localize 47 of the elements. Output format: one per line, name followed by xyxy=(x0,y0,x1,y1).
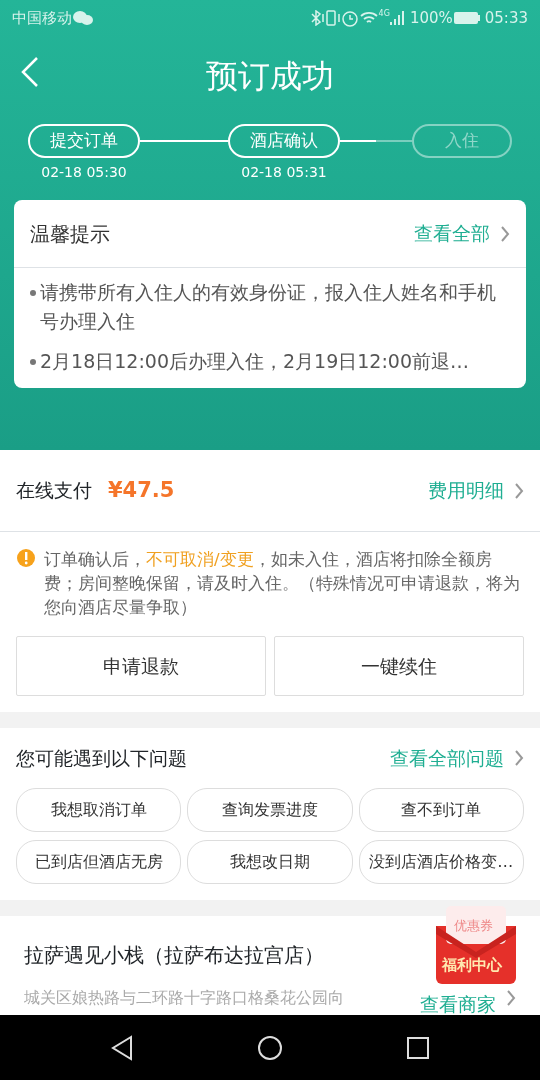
battery-percent: 100% xyxy=(409,7,453,29)
hotel-name: 拉萨遇见小栈（拉萨布达拉宫店） xyxy=(24,941,324,969)
action-button[interactable]: 一键续住 xyxy=(274,635,524,696)
network-type: 4G xyxy=(378,8,390,20)
step-chip: 提交订单 xyxy=(28,124,140,158)
page-title: 预订成功 xyxy=(206,56,334,97)
vibrate-icon xyxy=(320,10,341,26)
chat-icon xyxy=(72,9,94,27)
question-chip[interactable]: 查询发票进度 xyxy=(187,787,353,832)
coupon-label: 优惠券 xyxy=(454,917,493,935)
question-chip[interactable]: 我想取消订单 xyxy=(16,787,182,832)
question-chip[interactable]: 已到店但酒店无房 xyxy=(16,839,182,884)
bullet-icon xyxy=(30,358,36,365)
carrier-name: 中国移动 xyxy=(12,7,72,29)
bullet-icon xyxy=(30,290,36,296)
chevron-icon xyxy=(514,481,524,500)
tip-text: 2月18日12:00后办理入住，2月19日12:00前退… xyxy=(40,348,470,374)
question-chip[interactable]: 查不到订单 xyxy=(358,787,524,832)
warning-icon xyxy=(16,548,36,568)
signal-icon xyxy=(389,10,406,26)
step-time: 02-18 05:30 xyxy=(40,163,128,182)
step-chip: 入住 xyxy=(412,124,512,158)
chevron-icon xyxy=(506,989,516,1007)
alarm-icon xyxy=(340,9,359,27)
step-time: 02-18 05:31 xyxy=(240,163,328,182)
clock-time: 05:33 xyxy=(484,7,528,29)
bluetooth-icon xyxy=(310,10,321,26)
payment-label: 在线支付 xyxy=(16,478,92,504)
coupon-envelope[interactable]: 优惠券 福利中心 xyxy=(432,898,520,986)
questions-title: 您可能遇到以下问题 xyxy=(16,745,188,771)
question-chip[interactable]: 没到店酒店价格变… xyxy=(358,839,524,884)
question-chip[interactable]: 我想改日期 xyxy=(187,839,353,884)
tip-text: 请携带所有入住人的有效身份证，报入住人姓名和手机号办理入住 xyxy=(40,280,497,335)
back-icon[interactable] xyxy=(109,1034,134,1061)
wifi-icon xyxy=(358,10,379,26)
step-chip: 酒店确认 xyxy=(228,124,340,158)
home-icon[interactable] xyxy=(257,1034,283,1061)
hotel-address: 城关区娘热路与二环路十字路口格桑花公园向 xyxy=(24,987,345,1009)
chevron-icon xyxy=(500,224,510,243)
battery-icon xyxy=(452,11,481,25)
tips-title: 温馨提示 xyxy=(30,220,111,248)
chevron-icon xyxy=(514,748,524,767)
payment-amount: ¥47.5 xyxy=(108,476,175,504)
notice-text: 订单确认后，不可取消/变更，如未入住，酒店将扣除全额房费；房间整晚保留，请及时入住。（特殊情况可申请退款，将为您向酒店尽量争取） xyxy=(44,549,521,619)
recents-icon[interactable] xyxy=(406,1035,431,1060)
promo-label: 福利中心 xyxy=(442,955,502,976)
action-button[interactable]: 申请退款 xyxy=(16,635,266,696)
